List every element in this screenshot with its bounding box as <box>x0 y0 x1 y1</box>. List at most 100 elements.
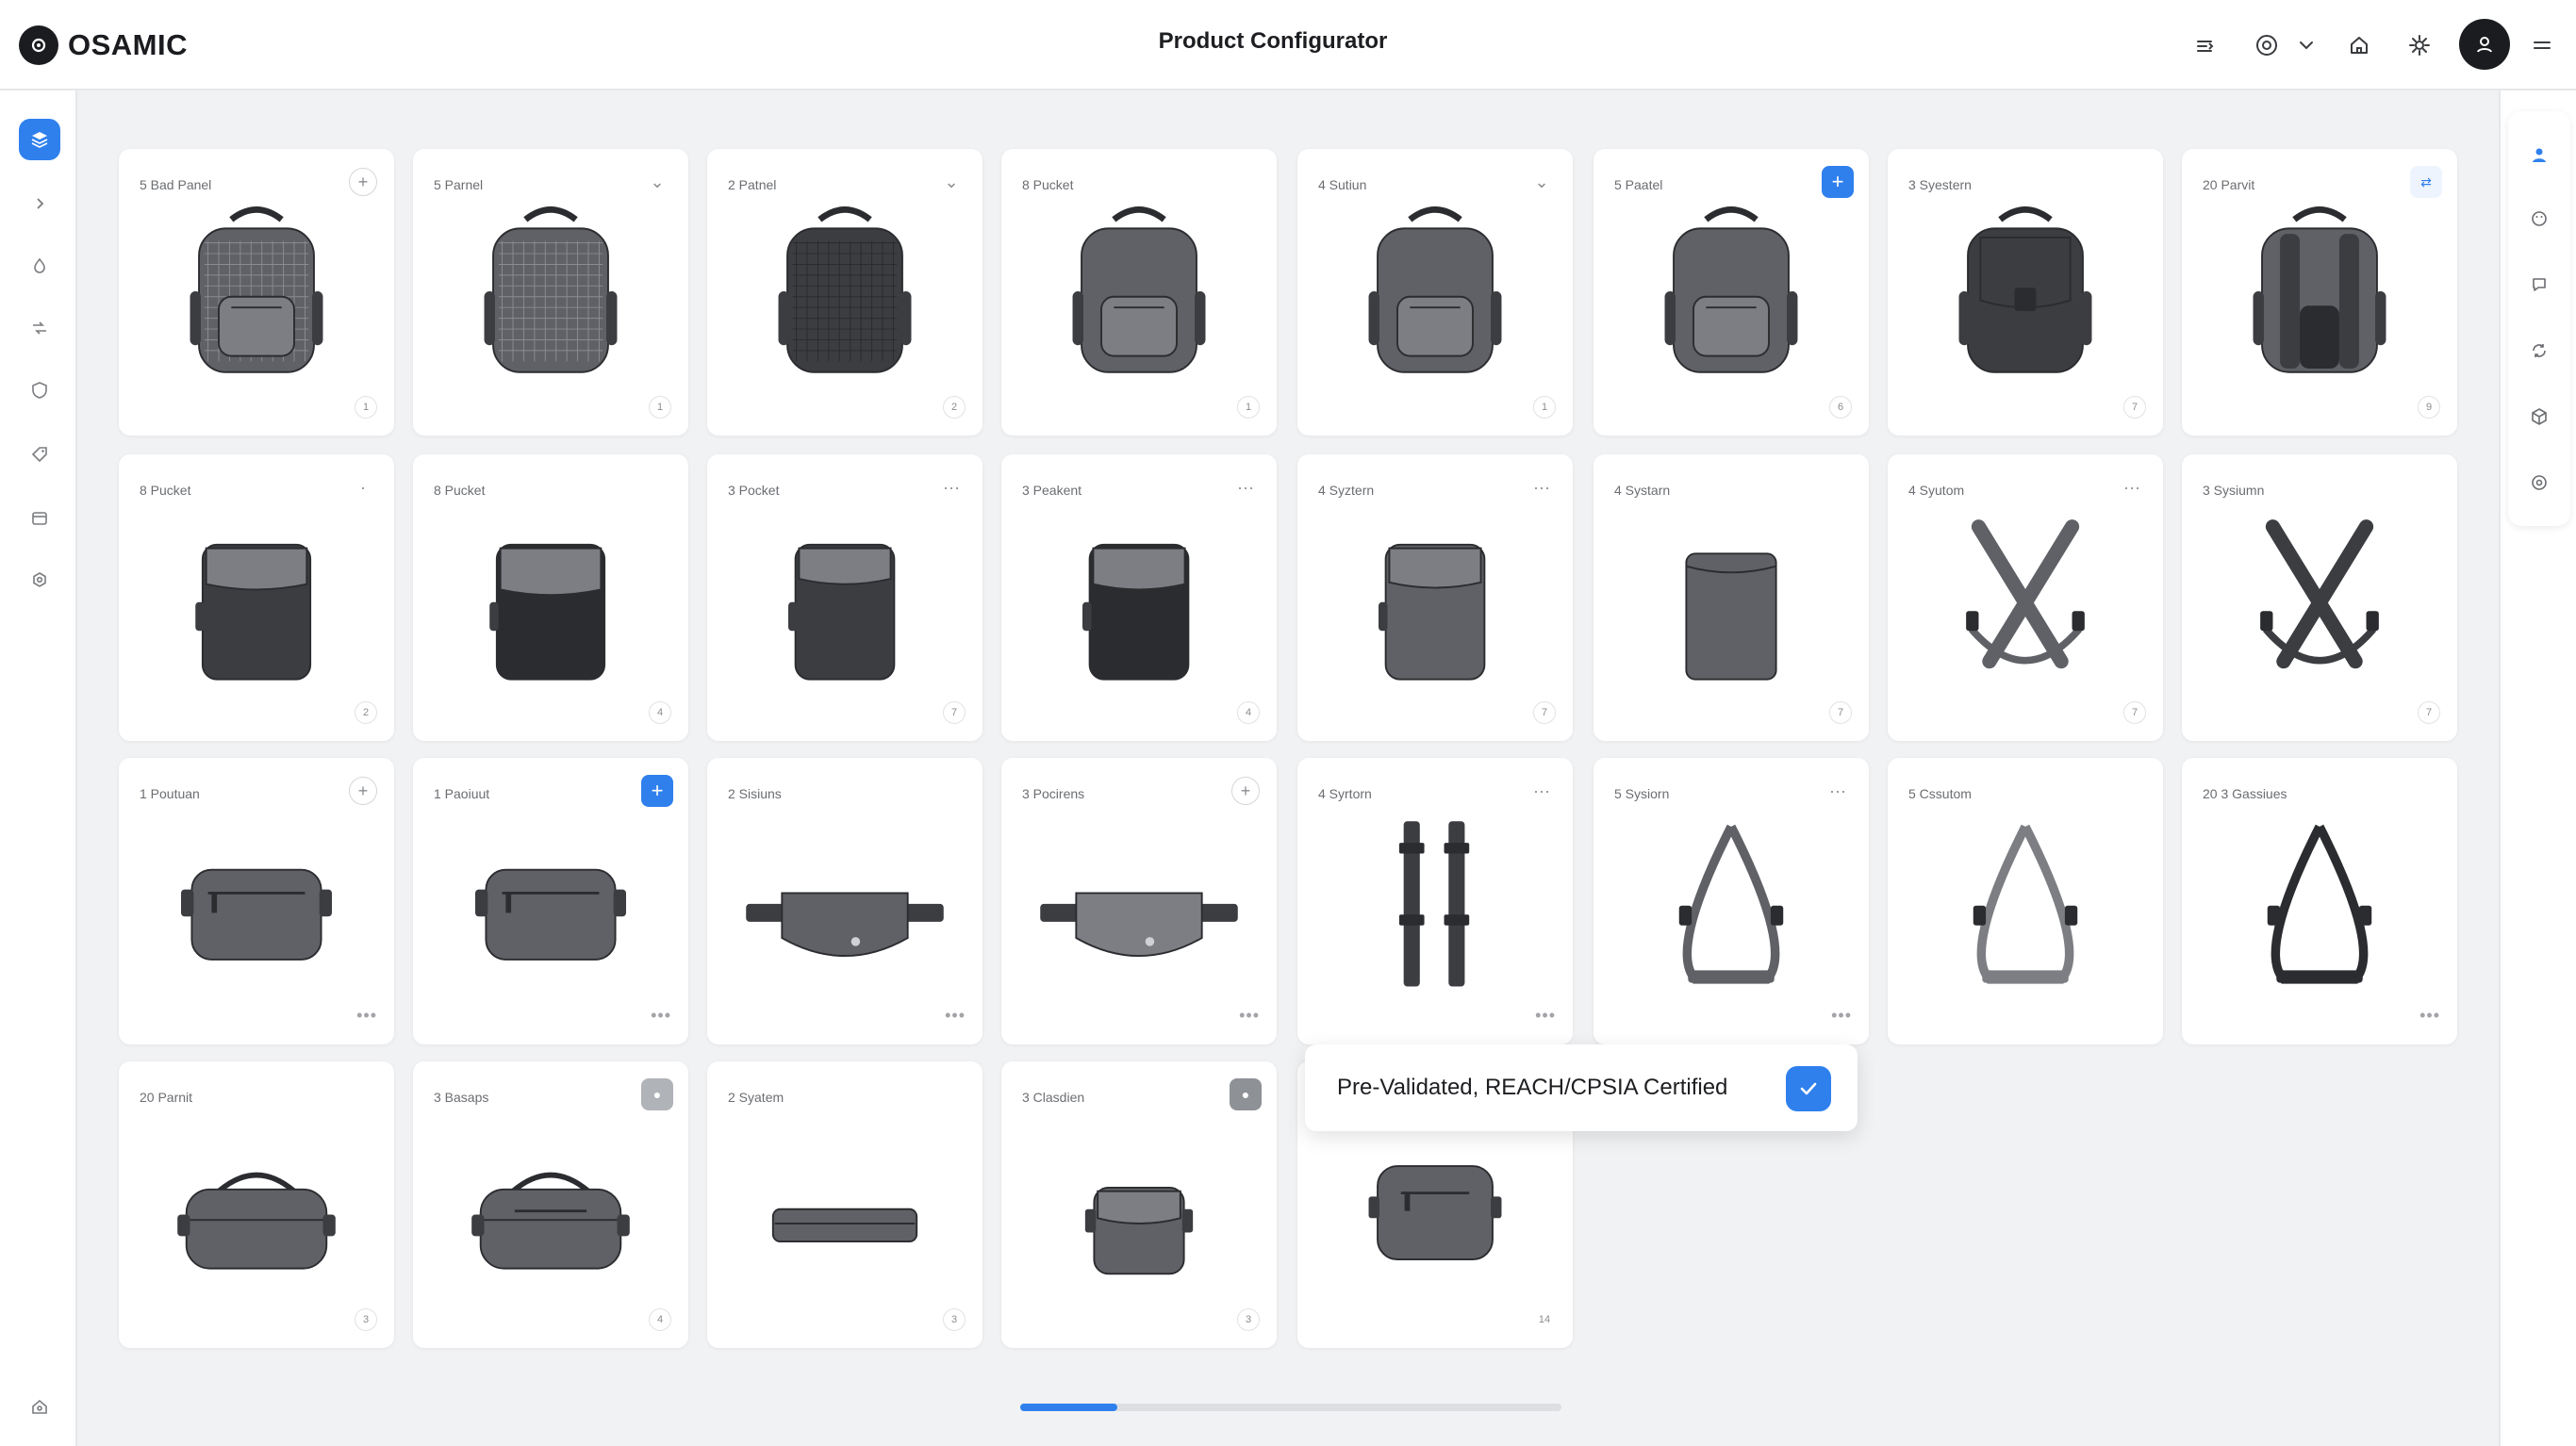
more-button[interactable]: ··· <box>1230 471 1262 503</box>
component-card[interactable]: 20 3 Gassiues ••• <box>2182 758 2457 1044</box>
support-icon <box>32 1399 47 1414</box>
component-card[interactable]: 1 Paoiuut + ••• <box>413 758 688 1044</box>
component-card[interactable]: 3 Sysiumn 7 <box>2182 454 2457 741</box>
component-card[interactable]: 3 Pocket ··· 7 <box>707 454 983 741</box>
component-card[interactable]: 2 Sisiuns ••• <box>707 758 983 1044</box>
swap-button[interactable]: ⇄ <box>2410 166 2442 198</box>
sidebar-item-support[interactable] <box>19 1386 60 1427</box>
product-image <box>1973 824 2078 984</box>
plus-button[interactable]: + <box>641 775 673 807</box>
right-tool-panel <box>2508 111 2570 526</box>
component-card[interactable]: 5 Sysiorn ··· ••• <box>1593 758 1869 1044</box>
component-label: 4 Syrtorn <box>1318 786 1372 801</box>
component-card[interactable]: 3 Pocirens + ••• <box>1001 758 1277 1044</box>
product-image <box>771 1208 918 1242</box>
component-card[interactable]: 20 Parnit 3 <box>119 1061 394 1348</box>
product-image <box>778 206 912 373</box>
component-card[interactable]: 3 Basaps ● 4 <box>413 1061 688 1348</box>
sidebar-item-expand[interactable] <box>19 183 60 224</box>
component-card[interactable]: 2 Patnel ⌄ 2 <box>707 149 983 435</box>
more-icon: · <box>360 477 366 497</box>
more-button[interactable]: ··· <box>2116 471 2148 503</box>
sidebar-item-tags[interactable] <box>19 434 60 475</box>
count-badge: 7 <box>943 701 966 724</box>
component-card[interactable]: 8 Pucket 4 <box>413 454 688 741</box>
menu-icon[interactable] <box>2523 26 2561 64</box>
more-button[interactable]: ··· <box>1526 775 1558 807</box>
chevron-down-icon[interactable] <box>2293 26 2320 64</box>
component-label: 5 Parnel <box>434 177 484 192</box>
confirm-check-button[interactable] <box>1786 1066 1831 1111</box>
brand-logo[interactable]: OSAMIC <box>19 25 188 66</box>
chevron-down-icon: ⌄ <box>1534 172 1549 191</box>
rail-item-sync[interactable] <box>2520 332 2558 370</box>
more-icon[interactable]: ••• <box>2419 1006 2440 1026</box>
rail-item-palette[interactable] <box>2520 200 2558 238</box>
component-card[interactable]: 4 Syrtorn ··· ••• <box>1297 758 1573 1044</box>
export-icon[interactable] <box>2186 26 2223 64</box>
component-card[interactable]: 3 Syestern 7 <box>1888 149 2163 435</box>
product-image <box>2253 206 2386 373</box>
more-icon[interactable]: ••• <box>1535 1006 1556 1026</box>
sidebar-item-materials[interactable] <box>19 245 60 287</box>
plus-button[interactable]: ● <box>1230 1078 1262 1110</box>
component-card[interactable]: 8 Pucket 1 <box>1001 149 1277 435</box>
count-badge: 4 <box>649 1308 671 1331</box>
chevron-down-button[interactable]: ⌄ <box>641 166 673 198</box>
sidebar-item-layers[interactable] <box>19 119 60 160</box>
more-icon[interactable]: ••• <box>1239 1006 1260 1026</box>
plus-button[interactable]: + <box>1231 777 1260 805</box>
product-image <box>1398 821 1470 987</box>
component-card[interactable]: 4 Syztern ··· 7 <box>1297 454 1573 741</box>
component-card[interactable]: 8 Pucket · 2 <box>119 454 394 741</box>
component-card[interactable]: 4 Systarn 7 <box>1593 454 1869 741</box>
sidebar-item-settings[interactable] <box>19 560 60 601</box>
rail-item-help[interactable] <box>2520 464 2558 501</box>
more-button[interactable]: ··· <box>935 471 967 503</box>
more-icon[interactable]: ••• <box>945 1006 966 1026</box>
more-button[interactable]: ··· <box>1822 775 1854 807</box>
sidebar-item-cards[interactable] <box>19 498 60 539</box>
more-button[interactable]: ··· <box>1526 471 1558 503</box>
sidebar-item-flow[interactable] <box>19 307 60 349</box>
component-card[interactable]: 4 Sutiun ⌄ 1 <box>1297 149 1573 435</box>
count-badge: 4 <box>649 701 671 724</box>
component-card[interactable]: 5 Parnel ⌄ 1 <box>413 149 688 435</box>
component-card[interactable]: 3 Peakent ··· 4 <box>1001 454 1277 741</box>
component-label: 5 Sysiorn <box>1614 786 1670 801</box>
more-icon[interactable]: ••• <box>356 1006 377 1026</box>
component-card[interactable]: 4 Syutom ··· 7 <box>1888 454 2163 741</box>
plus-button[interactable]: + <box>1822 166 1854 198</box>
help-icon <box>2532 475 2547 490</box>
settings-icon[interactable] <box>2401 26 2438 64</box>
droplet-icon <box>34 257 45 273</box>
rail-item-package[interactable] <box>2520 398 2558 435</box>
component-card[interactable]: 5 Cssutom <box>1888 758 2163 1044</box>
component-card[interactable]: 5 Bad Panel +1 <box>119 149 394 435</box>
user-avatar[interactable] <box>2459 19 2510 70</box>
component-card[interactable]: 3 Clasdien ● 3 <box>1001 1061 1277 1348</box>
chevron-down-button[interactable]: ⌄ <box>1526 166 1558 198</box>
plus-button[interactable]: + <box>349 168 377 196</box>
more-icon: ··· <box>943 477 960 497</box>
count-badge: 4 <box>1237 701 1260 724</box>
horizontal-scrollbar[interactable] <box>1020 1404 1561 1411</box>
more-button[interactable]: · <box>347 471 379 503</box>
home-icon[interactable] <box>2340 26 2378 64</box>
count-badge: 2 <box>355 701 377 724</box>
more-icon[interactable]: ••• <box>651 1006 671 1026</box>
component-card[interactable]: 2 Syatem 3 <box>707 1061 983 1348</box>
rail-item-user[interactable] <box>2520 136 2558 173</box>
component-card[interactable]: 20 Parvit ⇄ 9 <box>2182 149 2457 435</box>
component-card[interactable]: 1 Poutuan + ••• <box>119 758 394 1044</box>
help-icon[interactable] <box>2248 26 2286 64</box>
plus-button[interactable]: ● <box>641 1078 673 1110</box>
more-icon[interactable]: ••• <box>1831 1006 1852 1026</box>
sidebar-item-compliance[interactable] <box>19 370 60 411</box>
rail-item-comments[interactable] <box>2520 266 2558 304</box>
plus-button[interactable]: + <box>349 777 377 805</box>
chevron-down-button[interactable]: ⌄ <box>935 166 967 198</box>
component-card[interactable]: 5 Paatel +6 <box>1593 149 1869 435</box>
product-image <box>177 1172 336 1270</box>
scrollbar-thumb[interactable] <box>1020 1404 1118 1411</box>
